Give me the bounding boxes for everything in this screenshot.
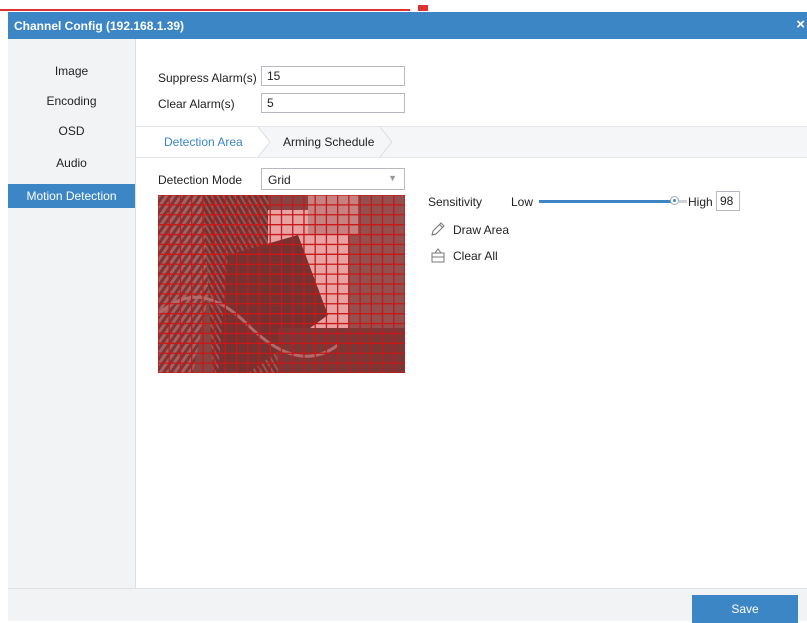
eraser-icon: [431, 248, 445, 263]
detection-mode-label: Detection Mode: [158, 173, 243, 187]
sidebar-item-image[interactable]: Image: [8, 59, 135, 83]
sidebar-item-encoding[interactable]: Encoding: [8, 89, 135, 113]
camera-snapshot: [158, 195, 405, 373]
clear-alarm-label: Clear Alarm(s): [158, 97, 235, 111]
top-accent-line: [0, 9, 410, 11]
clear-all-button[interactable]: Clear All: [430, 247, 510, 265]
close-icon[interactable]: ×: [796, 16, 805, 33]
tab-separator: [380, 127, 392, 157]
draw-area-label: Draw Area: [453, 223, 510, 237]
top-accent-mark: [418, 5, 428, 11]
sensitivity-value-input[interactable]: 98: [716, 191, 740, 211]
pencil-icon: [431, 222, 445, 236]
suppress-alarm-label: Suppress Alarm(s): [158, 71, 257, 85]
clear-all-label: Clear All: [453, 249, 498, 263]
tab-separator: [258, 127, 270, 157]
sensitivity-slider-rest: [679, 200, 687, 203]
browser-top-strip: [0, 0, 807, 12]
sensitivity-high-label: High: [688, 195, 713, 209]
sidebar-item-motion-detection[interactable]: Motion Detection: [8, 184, 135, 208]
detection-mode-value: Grid: [268, 173, 291, 187]
sensitivity-low-label: Low: [511, 195, 534, 209]
main-panel: Suppress Alarm(s) 15 Clear Alarm(s) 5 De…: [136, 39, 807, 588]
suppress-alarm-input[interactable]: 15: [261, 66, 405, 86]
tab-arming-schedule[interactable]: Arming Schedule: [270, 127, 380, 157]
sidebar-item-audio[interactable]: Audio: [8, 151, 135, 175]
dialog-titlebar: Channel Config (192.168.1.39) ×: [8, 12, 807, 39]
sensitivity-label: Sensitivity: [428, 195, 483, 209]
tab-bar: Detection Area Arming Schedule: [136, 126, 807, 158]
clear-alarm-input[interactable]: 5: [261, 93, 405, 113]
sidebar: Image Encoding OSD Audio Motion Detectio…: [8, 39, 136, 588]
motion-detection-preview[interactable]: [158, 195, 405, 373]
sensitivity-slider-thumb[interactable]: [670, 196, 679, 205]
save-button[interactable]: Save: [692, 595, 798, 623]
sensitivity-slider-track[interactable]: [539, 200, 672, 203]
detection-mode-select[interactable]: Grid ▼: [261, 168, 405, 190]
sidebar-item-osd[interactable]: OSD: [8, 119, 135, 143]
draw-area-button[interactable]: Draw Area: [430, 221, 520, 239]
dialog-footer: Save: [8, 588, 807, 623]
dialog-title: Channel Config (192.168.1.39): [14, 19, 185, 33]
chevron-down-icon: ▼: [388, 173, 397, 183]
tab-detection-area[interactable]: Detection Area: [136, 127, 258, 157]
